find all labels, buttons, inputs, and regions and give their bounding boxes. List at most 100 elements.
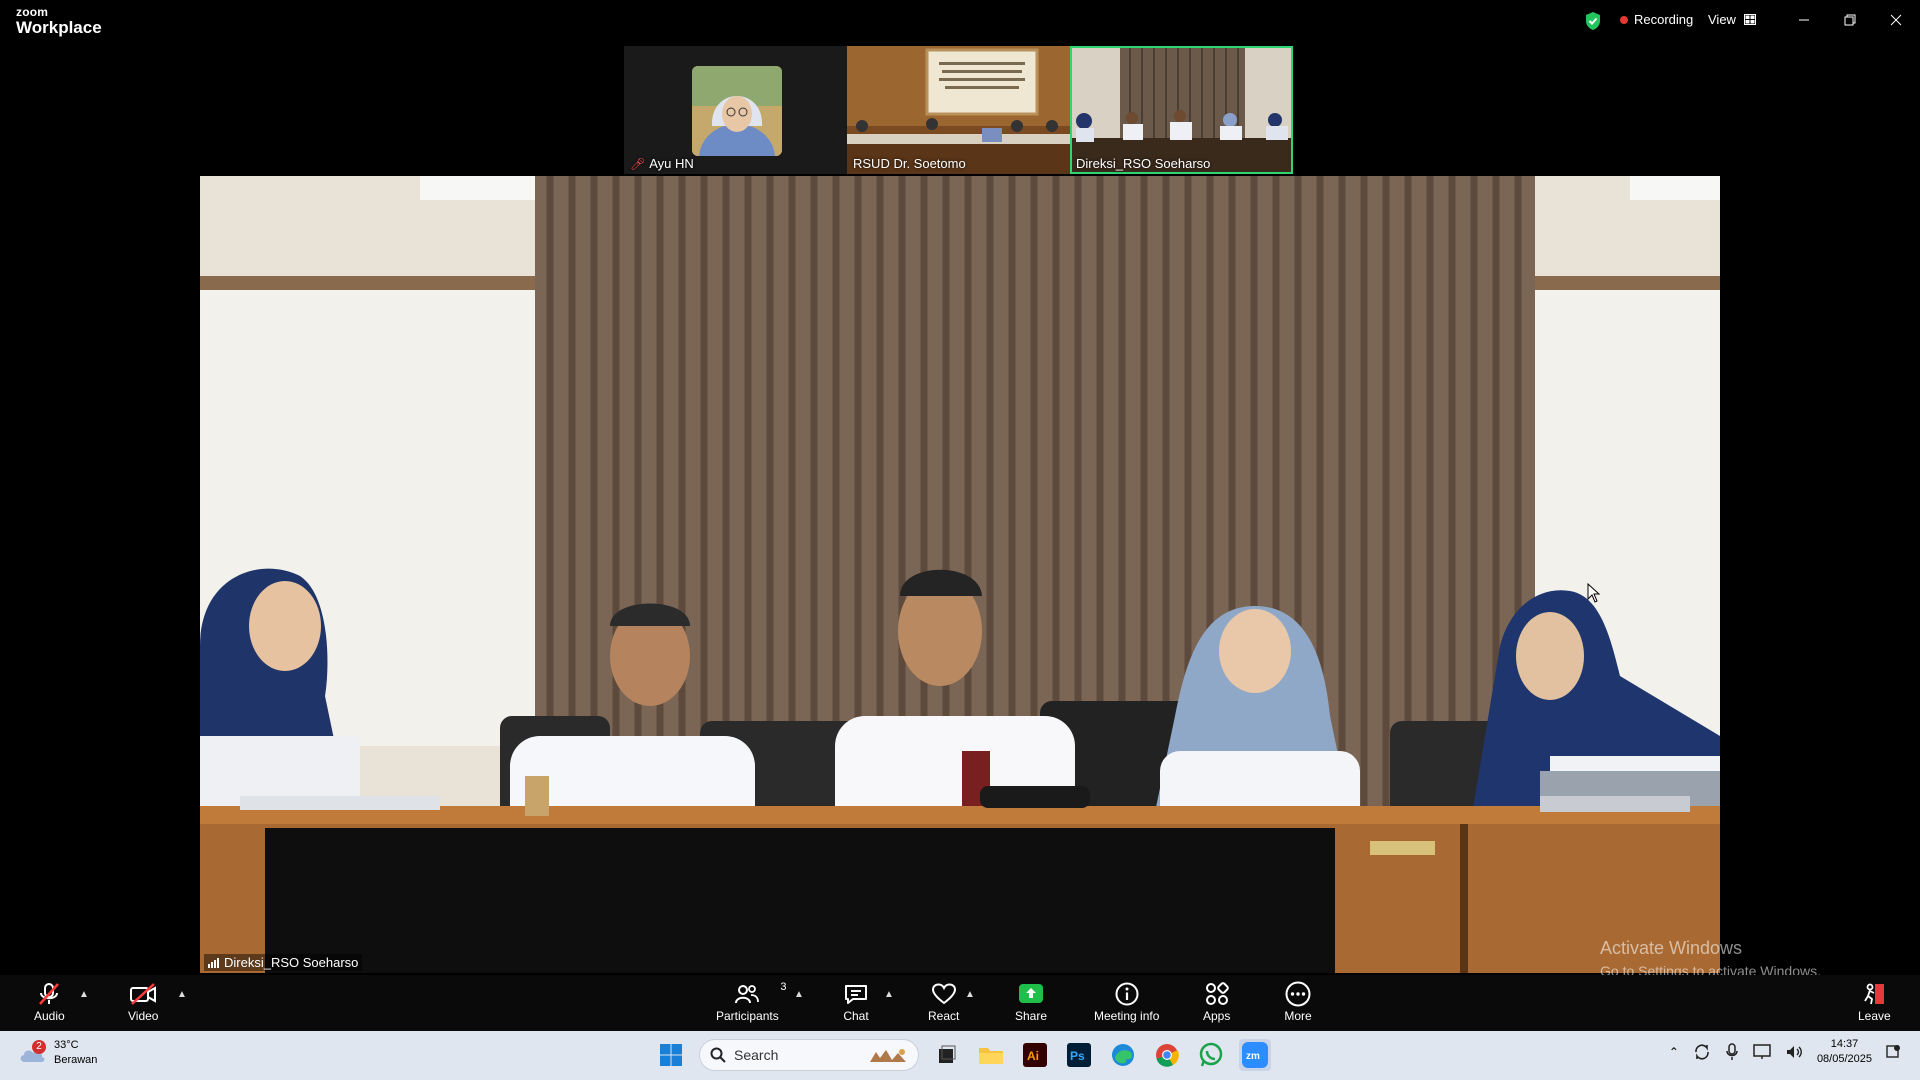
illustrator-button[interactable]: Ai: [1019, 1039, 1051, 1071]
grid-view-icon: [1743, 14, 1756, 25]
sync-icon[interactable]: [1693, 1043, 1711, 1061]
chat-label: Chat: [843, 1009, 869, 1023]
participants-options-chevron-icon[interactable]: ▲: [794, 989, 804, 1000]
restore-button[interactable]: [1830, 8, 1870, 32]
main-participant-name: Direksi_RSO Soeharso: [224, 955, 359, 970]
minimize-button[interactable]: [1784, 8, 1824, 32]
restore-icon: [1844, 14, 1856, 26]
video-options-chevron-icon[interactable]: ▲: [177, 989, 187, 1000]
weather-badge: 2: [32, 1040, 46, 1054]
clock-date: 08/05/2025: [1816, 1053, 1872, 1065]
watermark-title: Activate Windows: [1600, 938, 1743, 958]
thumbnail-rsud-dr-soetomo[interactable]: RSUD Dr. Soetomo: [847, 46, 1070, 174]
close-icon: [1890, 14, 1902, 26]
speaker-video-frame: [200, 176, 1720, 973]
taskbar-apps: Search Ai Ps zm: [655, 1039, 1271, 1071]
muted-mic-icon: 🎤︎: [630, 156, 646, 171]
video-button[interactable]: Video: [128, 979, 158, 1023]
view-button[interactable]: View: [1708, 12, 1756, 27]
participants-icon: [735, 985, 760, 1004]
leave-door-icon: [1864, 983, 1885, 1005]
volume-icon[interactable]: [1785, 1044, 1803, 1060]
minimize-icon: [1799, 19, 1809, 21]
more-label: More: [1284, 1009, 1312, 1023]
edge-browser-icon: [1112, 1044, 1134, 1066]
audio-button[interactable]: Audio: [34, 979, 65, 1023]
tray-chevron-up-icon[interactable]: ⌃: [1669, 1045, 1679, 1059]
thumbnail-video: [847, 46, 1070, 174]
thumbnail-name: Direksi_RSO Soeharso: [1076, 156, 1211, 171]
mouse-cursor-icon: [1587, 583, 1601, 603]
participant-thumbnails: 🎤︎ Ayu HN RSUD Dr. Soetomo Direksi_RSO S…: [624, 46, 1293, 174]
audio-options-chevron-icon[interactable]: ▲: [79, 989, 89, 1000]
view-label: View: [1708, 12, 1736, 27]
thumbnail-name: RSUD Dr. Soetomo: [853, 156, 966, 171]
clock-time: 14:37: [1830, 1038, 1859, 1050]
edge-button[interactable]: [1107, 1039, 1139, 1071]
share-screen-icon: [1019, 984, 1044, 1003]
system-tray: ⌃ 14:37 08/05/2025: [1669, 1037, 1900, 1067]
video-off-icon: [130, 983, 157, 1005]
network-icon[interactable]: [1753, 1044, 1771, 1060]
main-video-label: Direksi_RSO Soeharso: [204, 954, 363, 971]
share-button[interactable]: Share: [1015, 979, 1047, 1023]
chrome-button[interactable]: [1151, 1039, 1183, 1071]
heart-react-icon: [931, 983, 956, 1005]
mic-muted-icon: [39, 983, 60, 1005]
zoom-app-button[interactable]: zm: [1239, 1039, 1271, 1071]
close-button[interactable]: [1876, 8, 1916, 32]
chat-options-chevron-icon[interactable]: ▲: [884, 989, 894, 1000]
taskbar-search[interactable]: Search: [699, 1039, 919, 1071]
weather-desc: Berawan: [54, 1054, 98, 1066]
search-highlight-icon: [870, 1049, 906, 1062]
participant-avatar: [692, 66, 782, 156]
cloud-weather-icon: 2: [18, 1040, 46, 1064]
whatsapp-button[interactable]: [1195, 1039, 1227, 1071]
apps-icon: [1205, 982, 1229, 1005]
chat-button[interactable]: Chat: [843, 979, 869, 1023]
recording-indicator[interactable]: Recording: [1620, 12, 1693, 27]
svg-text:Ps: Ps: [1070, 1049, 1085, 1063]
weather-widget[interactable]: 2 33°C Berawan: [18, 1038, 97, 1068]
file-explorer-button[interactable]: [975, 1039, 1007, 1071]
more-button[interactable]: More: [1284, 979, 1312, 1023]
security-shield-icon[interactable]: [1584, 11, 1602, 31]
taskbar-clock[interactable]: 14:37 08/05/2025: [1817, 1037, 1872, 1067]
windows-taskbar: 2 33°C Berawan Search Ai Ps zm ⌃ 14:37 0…: [0, 1031, 1920, 1080]
notification-icon[interactable]: [1886, 1044, 1900, 1060]
start-button[interactable]: [655, 1039, 687, 1071]
task-view-icon: [939, 1045, 956, 1063]
participants-button[interactable]: 3 Participants: [716, 979, 786, 1023]
thumbnail-direksi-rso-soeharso[interactable]: Direksi_RSO Soeharso: [1070, 46, 1293, 174]
react-options-chevron-icon[interactable]: ▲: [965, 989, 975, 1000]
task-view-button[interactable]: [931, 1039, 963, 1071]
video-label: Video: [128, 1009, 159, 1023]
main-video[interactable]: Direksi_RSO Soeharso: [200, 176, 1720, 973]
brand-bottom: Workplace: [16, 18, 102, 37]
react-button[interactable]: React: [928, 979, 959, 1023]
microphone-icon[interactable]: [1725, 1043, 1739, 1061]
activate-windows-watermark: Activate Windows Go to Settings to activ…: [1600, 938, 1821, 979]
more-options-icon: [1285, 981, 1311, 1007]
photoshop-button[interactable]: Ps: [1063, 1039, 1095, 1071]
thumbnail-label: Direksi_RSO Soeharso: [1076, 156, 1210, 171]
whatsapp-icon: [1199, 1042, 1223, 1067]
chrome-browser-icon: [1156, 1044, 1179, 1067]
info-icon: [1115, 982, 1139, 1006]
search-placeholder: Search: [734, 1047, 779, 1063]
meeting-info-button[interactable]: Meeting info: [1094, 979, 1159, 1023]
recording-label: Recording: [1634, 12, 1694, 27]
title-bar: zoom Workplace Recording View: [0, 0, 1920, 44]
leave-button[interactable]: Leave: [1858, 979, 1891, 1023]
adobe-illustrator-icon: Ai: [1023, 1043, 1047, 1067]
apps-button[interactable]: Apps: [1203, 979, 1230, 1023]
thumbnail-ayu-hn[interactable]: 🎤︎ Ayu HN: [624, 46, 847, 174]
meeting-toolbar: Audio ▲ Video ▲ 3 Participants ▲ Chat ▲ …: [0, 975, 1920, 1031]
brand-top: zoom: [16, 5, 49, 19]
app-logo: zoom Workplace: [16, 6, 102, 36]
svg-text:Ai: Ai: [1027, 1049, 1039, 1063]
thumbnail-name: Ayu HN: [649, 156, 694, 171]
leave-label: Leave: [1858, 1009, 1891, 1023]
svg-text:zm: zm: [1246, 1051, 1260, 1062]
meeting-info-label: Meeting info: [1094, 1009, 1160, 1023]
